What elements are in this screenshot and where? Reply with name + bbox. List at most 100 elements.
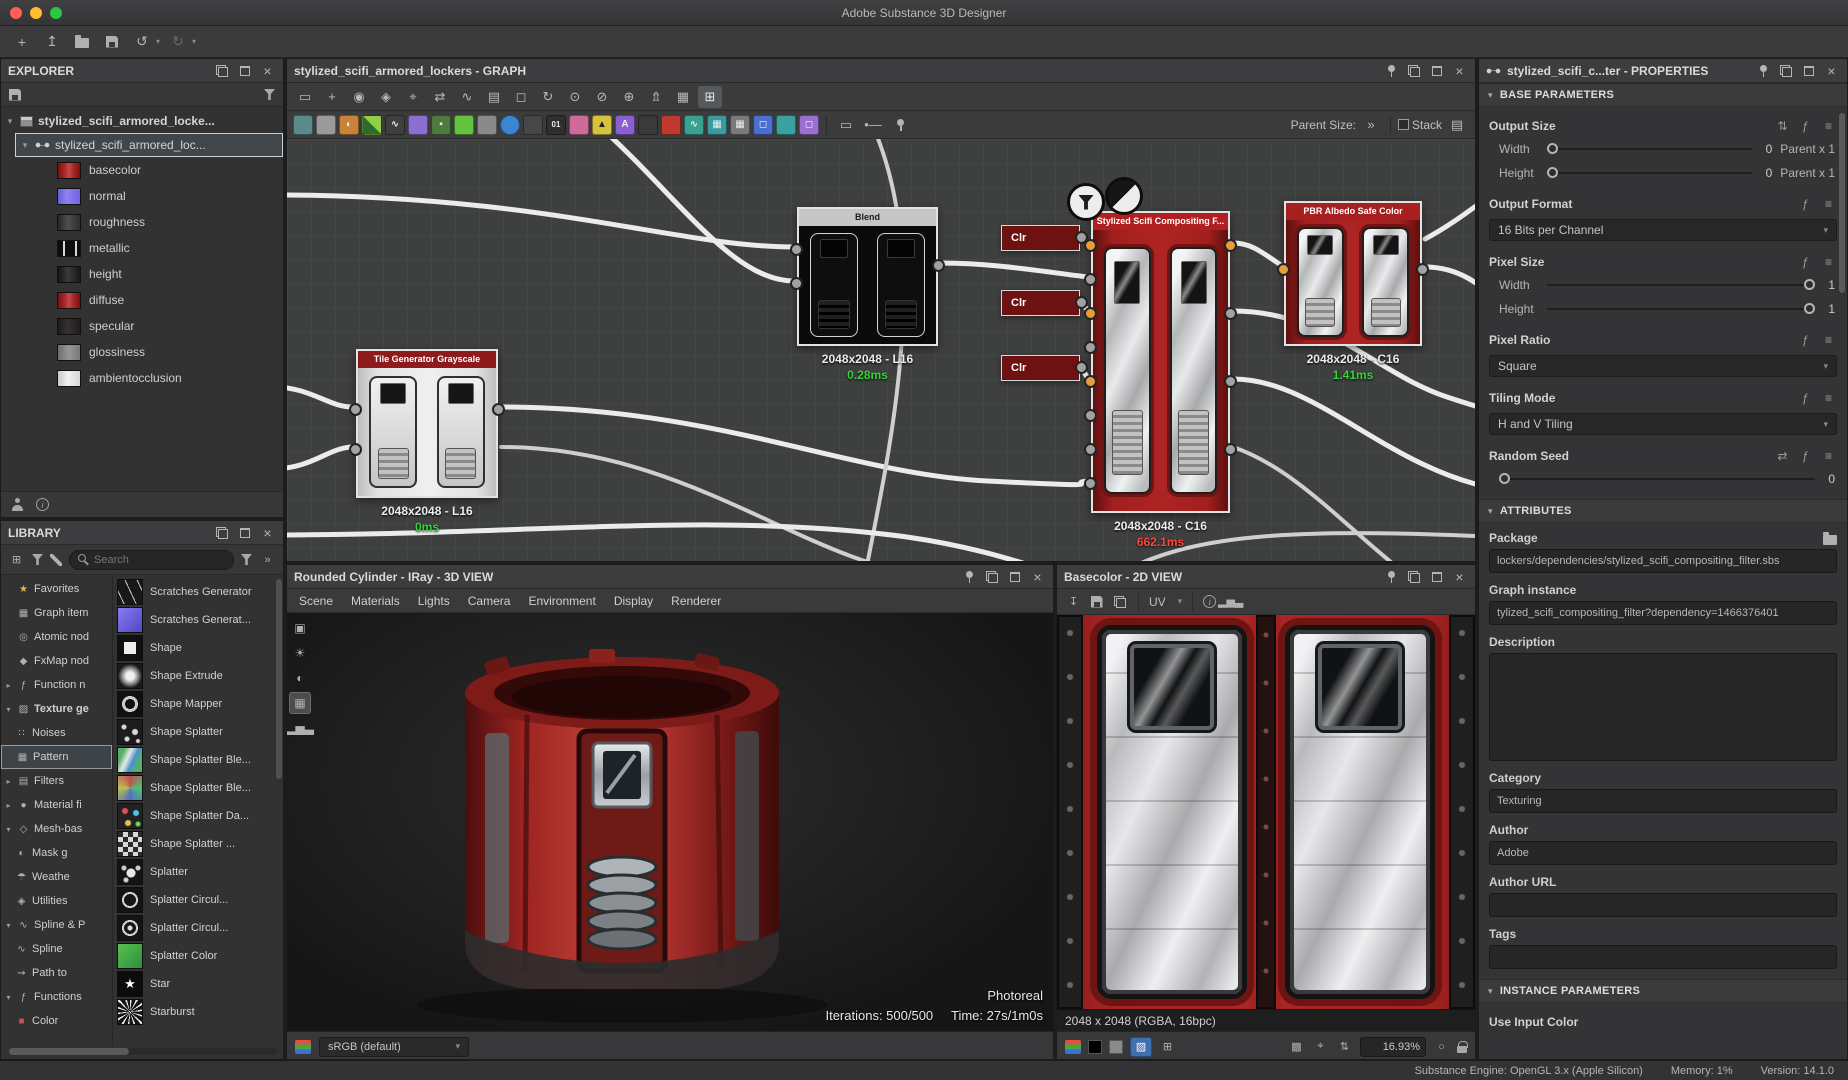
node-type-sphere-icon[interactable] (500, 115, 520, 135)
search-input[interactable] (94, 554, 225, 566)
node-type-teal-icon[interactable] (776, 115, 796, 135)
pin-node-icon[interactable] (888, 114, 912, 136)
info-icon[interactable]: i (36, 498, 49, 511)
height-parent-mode[interactable]: Parent x 1 (1780, 166, 1835, 180)
float-panel-icon[interactable] (213, 525, 230, 541)
description-field[interactable] (1489, 653, 1837, 761)
wire[interactable] (287, 387, 353, 407)
node-type-pink-icon[interactable] (569, 115, 589, 135)
parent-size-expand-icon[interactable]: » (1359, 114, 1383, 136)
wire[interactable] (1233, 447, 1407, 562)
menu-camera[interactable]: Camera (468, 594, 511, 608)
library-hscrollbar[interactable] (9, 1048, 277, 1055)
tree-row-output[interactable]: normal (1, 183, 283, 209)
library-item[interactable]: Starburst (117, 998, 281, 1026)
tree-row-output[interactable]: specular (1, 313, 283, 339)
chevron-right-icon[interactable]: ▸ (4, 777, 13, 786)
node-port[interactable] (1084, 341, 1097, 354)
slider-handle[interactable] (1499, 473, 1510, 484)
close-panel-icon[interactable]: × (1823, 63, 1840, 79)
save-image-icon[interactable] (1088, 594, 1105, 610)
node-port[interactable] (349, 403, 362, 416)
chevron-down-icon[interactable]: ▾ (5, 116, 15, 127)
zoom-window-button[interactable] (50, 7, 62, 19)
filter-icon[interactable] (32, 554, 43, 565)
author-field[interactable]: Adobe (1489, 841, 1837, 865)
menu-icon[interactable]: ≡ (1820, 333, 1837, 347)
library-item[interactable]: Splatter Color (117, 942, 281, 970)
pin-panel-icon[interactable] (1754, 63, 1771, 79)
node-port[interactable] (1084, 307, 1097, 320)
node-type-text-icon[interactable]: A (615, 115, 635, 135)
wire[interactable] (1425, 267, 1475, 301)
category-favorites[interactable]: ★Favorites (1, 577, 112, 601)
author-url-field[interactable] (1489, 893, 1837, 917)
node-type-levels-icon[interactable]: ▪ (431, 115, 451, 135)
node-tile-generator[interactable]: Tile Generator Grayscale 2048x2048 - L16… (356, 349, 498, 534)
node-port[interactable] (1084, 273, 1097, 286)
library-item[interactable]: Scratches Generator (117, 578, 281, 606)
section-base-parameters[interactable]: ▾ BASE PARAMETERS (1479, 83, 1847, 107)
material-layers-icon[interactable] (1065, 1040, 1081, 1054)
close-panel-icon[interactable]: × (1451, 569, 1468, 585)
stack-checkbox[interactable] (1398, 119, 1409, 130)
chevron-down-icon[interactable]: ▾ (1178, 596, 1183, 607)
random-seed-slider[interactable] (1499, 478, 1815, 480)
node-port[interactable] (1084, 477, 1097, 490)
node-type-tile-icon[interactable]: ▦ (707, 115, 727, 135)
zoom-input[interactable] (1366, 1041, 1420, 1053)
node-type-hsl-icon[interactable] (408, 115, 428, 135)
node-port[interactable] (1075, 361, 1088, 374)
library-item[interactable]: Shape Splatter (117, 718, 281, 746)
slider-handle[interactable] (1804, 279, 1815, 290)
tiling-grid-icon[interactable]: ⊞ (1159, 1039, 1176, 1055)
graph-canvas[interactable]: Tile Generator Grayscale 2048x2048 - L16… (287, 139, 1475, 562)
node-port[interactable] (1277, 263, 1290, 276)
node-port[interactable] (1084, 375, 1097, 388)
camera-icon[interactable]: ▣ (289, 617, 311, 639)
comment-icon[interactable]: ▭ (834, 114, 858, 136)
wire[interactable] (287, 447, 353, 469)
uv-mode-label[interactable]: UV (1149, 595, 1166, 609)
close-panel-icon[interactable]: × (1451, 63, 1468, 79)
search-box[interactable] (69, 550, 234, 570)
material-layers-icon[interactable] (295, 1040, 311, 1054)
node-port[interactable] (349, 443, 362, 456)
add-library-icon[interactable]: ⊞ (8, 552, 25, 568)
view3d-viewport[interactable]: ▣ ☀ ◐ ▦ ▂▅▃ (287, 613, 1053, 1031)
pixel-ratio-dropdown[interactable]: Square ▾ (1489, 355, 1837, 377)
histogram-icon[interactable]: ▂▅▃ (1222, 594, 1239, 610)
category-material-filters[interactable]: ▸●Material fi (1, 793, 112, 817)
node-type-normal-icon[interactable] (454, 115, 474, 135)
function-icon[interactable]: ƒ (1797, 197, 1814, 211)
graph-instance-field[interactable]: tylized_scifi_compositing_filter?depende… (1489, 601, 1837, 625)
node-type-uniform-icon[interactable] (293, 115, 313, 135)
library-item[interactable]: Splatter Circul... (117, 914, 281, 942)
maximize-panel-icon[interactable] (1428, 569, 1445, 585)
fit-image-icon[interactable]: ⌖ (1312, 1039, 1329, 1055)
pan-tool-icon[interactable]: + (320, 86, 344, 108)
section-instance-parameters[interactable]: ▾ INSTANCE PARAMETERS (1479, 979, 1847, 1003)
library-item[interactable]: Shape Extrude (117, 662, 281, 690)
save-icon[interactable] (100, 30, 124, 54)
category-filters[interactable]: ▸▤Filters (1, 769, 112, 793)
link-tool-icon[interactable]: ∿ (455, 86, 479, 108)
wire[interactable] (1425, 191, 1475, 239)
menu-icon[interactable]: ≡ (1820, 391, 1837, 405)
height-value[interactable]: 0 (1760, 166, 1772, 180)
tree-row-output[interactable]: roughness (1, 209, 283, 235)
color-picker-icon[interactable]: ◈ (374, 86, 398, 108)
node-color-constant[interactable]: Clr (1001, 225, 1080, 251)
menu-scene[interactable]: Scene (299, 594, 333, 608)
export-icon[interactable]: ↥ (40, 30, 64, 54)
node-type-warning-icon[interactable]: ▲ (592, 115, 612, 135)
maximize-panel-icon[interactable] (1006, 569, 1023, 585)
slider-handle[interactable] (1547, 143, 1558, 154)
category-mask-generators[interactable]: ◐Mask g (1, 841, 112, 865)
category-field[interactable]: Texturing (1489, 789, 1837, 813)
snap-grid-icon[interactable]: ⊞ (698, 86, 722, 108)
slider-handle[interactable] (1547, 167, 1558, 178)
minimize-window-button[interactable] (30, 7, 42, 19)
width-slider[interactable] (1547, 148, 1752, 150)
category-graph-items[interactable]: ▦Graph item (1, 601, 112, 625)
